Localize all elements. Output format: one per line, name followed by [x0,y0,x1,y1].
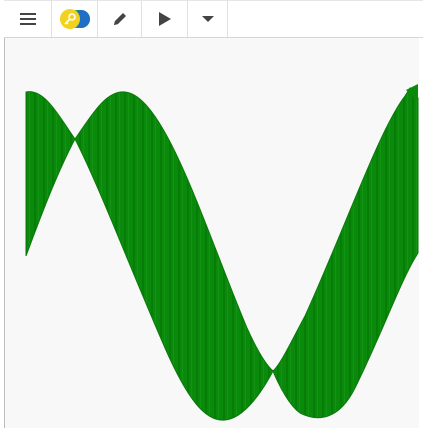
pencil-icon [112,11,128,27]
app-window [0,0,423,428]
key-toggle-icon [58,8,92,30]
toolbar [4,0,423,38]
menu-button[interactable] [4,1,52,37]
mode-toggle-button[interactable] [52,1,98,37]
more-options-button[interactable] [188,1,228,37]
edit-button[interactable] [98,1,142,37]
caret-down-icon [201,15,214,23]
play-icon [158,11,172,27]
green-ribbon-shape [25,87,419,421]
run-button[interactable] [142,1,188,37]
canvas-drawing [25,84,419,421]
drawing-canvas[interactable] [4,38,419,428]
hamburger-menu-icon [19,13,36,25]
